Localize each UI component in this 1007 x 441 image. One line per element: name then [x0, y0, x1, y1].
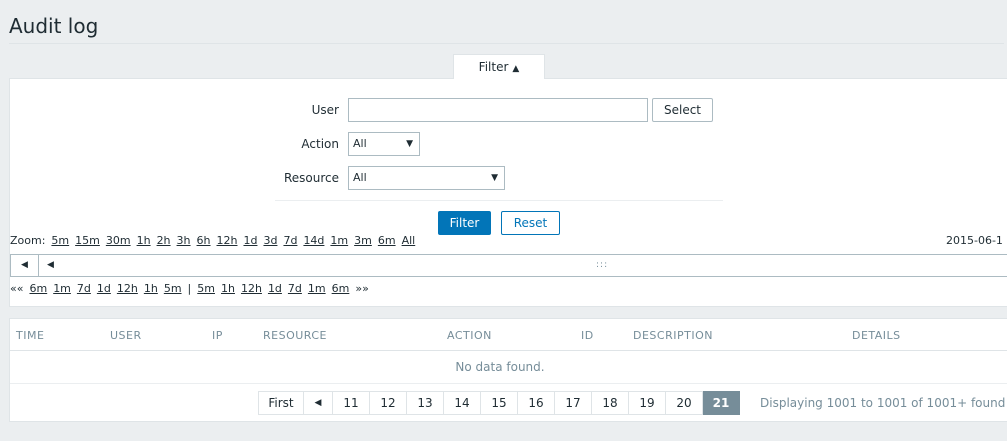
zoom-row: Zoom: 5m 15m 30m 1h 2h 3h 6h 12h 1d 3d 7d 14d 1m 3m 6m A… — [10, 234, 415, 247]
zoom-option-14d[interactable]: 14d — [303, 234, 324, 247]
dropdown-arrow-icon: ▼ — [491, 173, 498, 183]
zoom-option-2h[interactable]: 2h — [157, 234, 171, 247]
pager-page-20[interactable]: 20 — [666, 391, 703, 415]
zoom-option-1m[interactable]: 1m — [330, 234, 348, 247]
nav-back-1d[interactable]: 1d — [97, 282, 111, 295]
nav-back-6m[interactable]: 6m — [29, 282, 47, 295]
action-label: Action — [301, 137, 339, 151]
title-divider — [9, 43, 1004, 44]
select-user-button[interactable]: Select — [652, 98, 713, 122]
column-header-description: DESCRIPTION — [633, 329, 713, 342]
header-divider — [10, 350, 1007, 351]
zoom-option-5m[interactable]: 5m — [51, 234, 69, 247]
zoom-option-7d[interactable]: 7d — [283, 234, 297, 247]
zoom-option-6h[interactable]: 6h — [197, 234, 211, 247]
nav-back-5m[interactable]: 5m — [164, 282, 182, 295]
nav-forward-1h[interactable]: 1h — [221, 282, 235, 295]
resource-label: Resource — [283, 171, 339, 185]
zoom-option-3h[interactable]: 3h — [177, 234, 191, 247]
column-header-user: USER — [110, 329, 142, 342]
pager-page-21[interactable]: 21 — [703, 391, 740, 415]
prev-arrow-icon[interactable]: ◀ — [304, 391, 333, 415]
nav-back-1m[interactable]: 1m — [53, 282, 71, 295]
pager-page-15[interactable]: 15 — [481, 391, 518, 415]
nav-back-12h[interactable]: 12h — [117, 282, 138, 295]
zoom-option-12h[interactable]: 12h — [217, 234, 238, 247]
nav-back-7d[interactable]: 7d — [77, 282, 91, 295]
audit-table: TIME USER IP RESOURCE ACTION ID DESCRIPT… — [9, 318, 1007, 422]
reset-button[interactable]: Reset — [501, 211, 560, 235]
pager-first-button[interactable]: First — [258, 391, 304, 415]
zoom-label: Zoom: — [10, 234, 46, 247]
user-label: User — [311, 103, 339, 117]
displaying-count: Displaying 1001 to 1001 of 1001+ found — [760, 396, 1006, 410]
nav-forward-symbol: »» — [355, 282, 369, 295]
zoom-option-1d[interactable]: 1d — [243, 234, 257, 247]
resource-select[interactable]: All ▼ — [348, 166, 505, 190]
nav-forward-7d[interactable]: 7d — [288, 282, 302, 295]
zoom-option-30m[interactable]: 30m — [106, 234, 131, 247]
column-header-action: ACTION — [447, 329, 492, 342]
zoom-option-3d[interactable]: 3d — [263, 234, 277, 247]
pager-page-12[interactable]: 12 — [370, 391, 407, 415]
zoom-option-15m[interactable]: 15m — [75, 234, 100, 247]
pagination: First ◀ 11 12 13 14 15 16 17 18 19 20 21 — [258, 391, 740, 415]
nav-forward-1m[interactable]: 1m — [308, 282, 326, 295]
dropdown-arrow-icon: ▼ — [406, 139, 413, 149]
pager-page-16[interactable]: 16 — [518, 391, 555, 415]
resource-select-value: All — [353, 171, 367, 184]
nav-back-symbol: «« — [10, 282, 24, 295]
period-navigation: «« 6m 1m 7d 1d 12h 1h 5m | 5m 1h 12h 1d 7d 1m 6m»» — [10, 282, 369, 295]
scroll-grip-icon[interactable]: ::: — [596, 255, 608, 276]
zoom-option-6m[interactable]: 6m — [378, 234, 396, 247]
nav-forward-1d[interactable]: 1d — [268, 282, 282, 295]
zoom-option-3m[interactable]: 3m — [354, 234, 372, 247]
filter-tab-label: Filter — [478, 60, 509, 74]
pager-page-17[interactable]: 17 — [555, 391, 592, 415]
pager-page-19[interactable]: 19 — [629, 391, 666, 415]
form-divider — [275, 200, 723, 201]
column-header-resource: RESOURCE — [263, 329, 328, 342]
column-header-ip: IP — [212, 329, 223, 342]
column-header-details: DETAILS — [852, 329, 901, 342]
action-select[interactable]: All ▼ — [348, 132, 420, 156]
page-title: Audit log — [9, 14, 99, 38]
no-data-message: No data found. — [455, 360, 545, 374]
scroll-left-button[interactable]: ◀ — [11, 255, 39, 276]
user-input[interactable] — [348, 98, 648, 122]
pager-page-18[interactable]: 18 — [592, 391, 629, 415]
nav-forward-12h[interactable]: 12h — [241, 282, 262, 295]
filter-button[interactable]: Filter — [438, 211, 491, 235]
caret-up-icon: ▲ — [512, 64, 520, 74]
nav-forward-5m[interactable]: 5m — [197, 282, 215, 295]
pager-page-11[interactable]: 11 — [333, 391, 370, 415]
nav-back-1h[interactable]: 1h — [144, 282, 158, 295]
column-header-id: ID — [581, 329, 594, 342]
row-divider — [10, 383, 1007, 384]
nav-forward-6m[interactable]: 6m — [332, 282, 350, 295]
timeline-scrollbar[interactable]: ◀ ◀ ::: — [10, 254, 1007, 277]
pager-page-14[interactable]: 14 — [444, 391, 481, 415]
action-select-value: All — [353, 137, 367, 150]
scroll-handle-left-icon[interactable]: ◀ — [47, 255, 54, 276]
left-arrow-icon: ◀ — [21, 260, 28, 270]
zoom-date: 2015-06-1 — [946, 234, 1003, 247]
zoom-option-1h[interactable]: 1h — [137, 234, 151, 247]
column-header-time: TIME — [16, 329, 45, 342]
filter-tab[interactable]: Filter ▲ — [453, 54, 545, 79]
pager-page-13[interactable]: 13 — [407, 391, 444, 415]
zoom-option-all[interactable]: All — [402, 234, 416, 247]
